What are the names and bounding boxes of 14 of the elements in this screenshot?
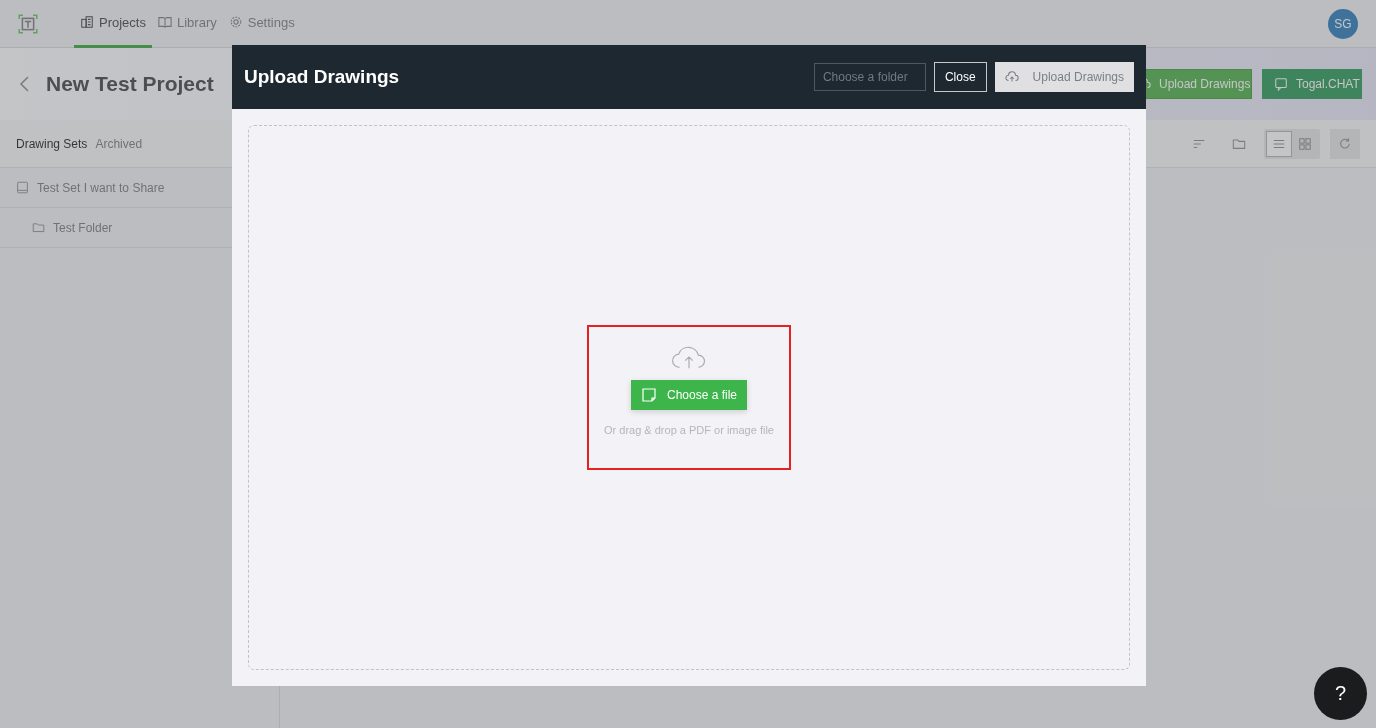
dialog-title: Upload Drawings xyxy=(244,66,400,88)
close-button[interactable]: Close xyxy=(933,62,987,92)
choose-file-button[interactable]: Choose a file xyxy=(630,380,747,410)
chat-button[interactable]: Togal.CHAT xyxy=(1262,69,1362,99)
section-tab[interactable]: Archived xyxy=(95,136,143,151)
help-button[interactable]: ? xyxy=(1314,667,1367,720)
nav-tab[interactable]: Settings xyxy=(222,0,301,48)
avatar[interactable]: SG xyxy=(1328,8,1358,39)
nav-tab[interactable]: Library xyxy=(151,0,223,48)
project-title: New Test Project xyxy=(46,72,214,96)
drop-hint: Or drag & drop a PDF or image file xyxy=(604,424,774,436)
drop-zone[interactable]: Choose a file Or drag & drop a PDF or image file xyxy=(248,125,1130,670)
folder-field[interactable]: Choose a folder xyxy=(813,63,926,91)
section-tab[interactable]: Drawing Sets xyxy=(16,136,88,151)
